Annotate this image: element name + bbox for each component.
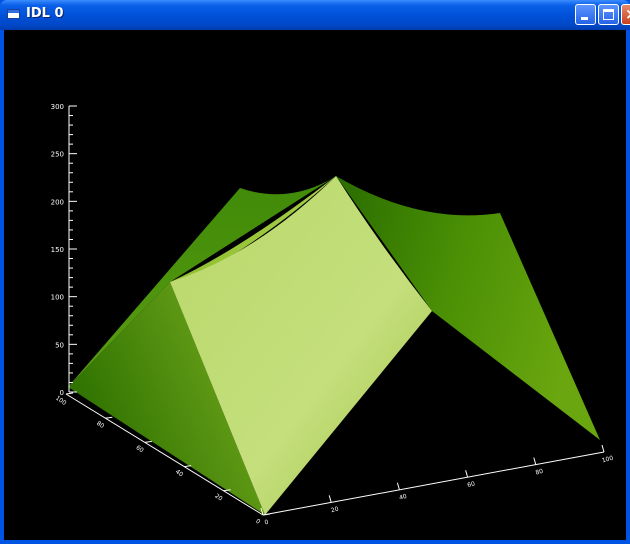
title-bar[interactable]: IDL 0 × xyxy=(0,0,630,30)
y-tick-label: 100 xyxy=(54,395,68,407)
close-icon: × xyxy=(625,5,630,23)
y-tick-mark xyxy=(144,440,152,443)
y-tick-mark xyxy=(184,465,192,468)
z-tick-label: 50 xyxy=(55,341,64,349)
x-tick-mark xyxy=(533,457,537,465)
surface-plot: 050100150200250300 100806040200 02040608… xyxy=(51,103,615,527)
z-tick-label: 200 xyxy=(51,198,64,206)
maximize-button[interactable] xyxy=(598,4,619,25)
x-tick-label: 20 xyxy=(330,506,339,515)
y-tick-mark xyxy=(105,416,113,419)
x-tick-label: 100 xyxy=(601,455,614,465)
y-tick-label: 80 xyxy=(95,420,105,430)
z-tick-label: 300 xyxy=(51,103,64,111)
x-tick-label: 0 xyxy=(264,519,270,527)
z-axis-ticks: 050100150200250300 xyxy=(51,103,77,397)
z-tick-label: 150 xyxy=(51,246,64,254)
z-tick-label: 250 xyxy=(51,151,64,159)
x-tick-label: 60 xyxy=(467,480,476,489)
minimize-button[interactable] xyxy=(575,4,596,25)
x-tick-label: 80 xyxy=(535,468,544,477)
y-tick-label: 0 xyxy=(254,518,261,526)
y-tick-label: 60 xyxy=(135,444,145,454)
window-title: IDL 0 xyxy=(26,6,64,21)
plot-canvas: 0 50 100 150 200 250 300 100 80 60 40 20 0 0 20 40 60 8… xyxy=(4,30,626,540)
window-icon xyxy=(7,9,20,19)
minimize-icon xyxy=(581,17,588,20)
y-tick-mark xyxy=(65,392,74,395)
maximize-icon xyxy=(603,9,614,20)
z-tick-label: 100 xyxy=(51,294,64,302)
idl-window: IDL 0 × xyxy=(0,0,630,544)
x-tick-mark xyxy=(465,470,469,478)
y-tick-label: 20 xyxy=(213,493,223,503)
y-tick-label: 40 xyxy=(174,468,184,478)
x-tick-label: 40 xyxy=(398,493,407,502)
close-button[interactable]: × xyxy=(621,4,630,25)
x-tick-mark xyxy=(601,444,605,453)
